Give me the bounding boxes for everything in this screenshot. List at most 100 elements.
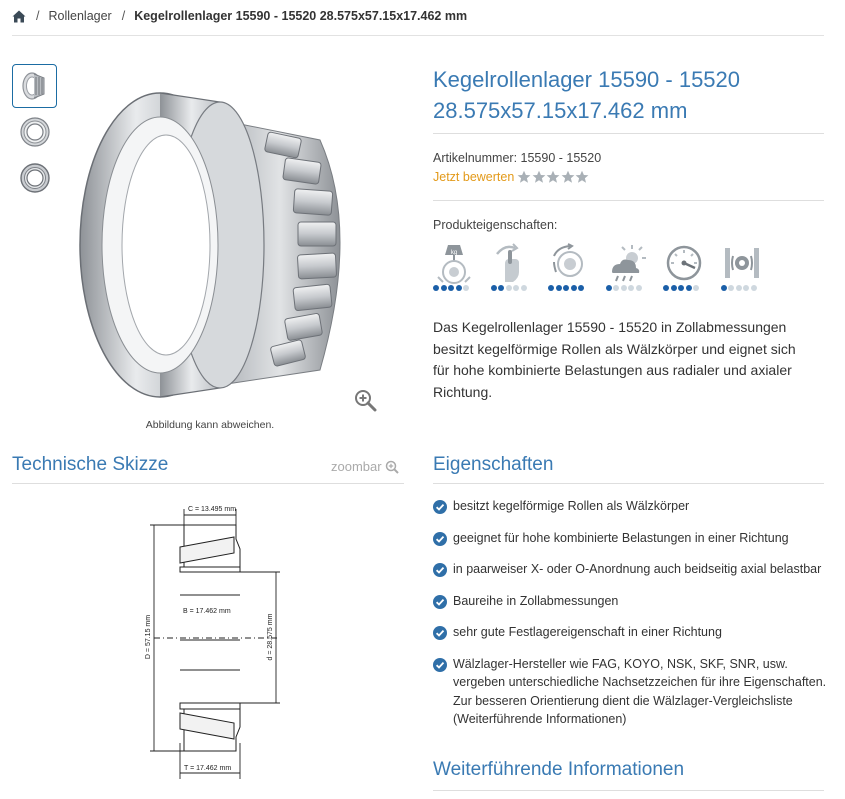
rating-stars[interactable] — [517, 170, 590, 184]
level-dot — [735, 285, 742, 291]
property-rpm-level — [663, 285, 701, 291]
property-weather-level — [605, 285, 644, 291]
speed-rotation-icon — [553, 243, 583, 277]
zoom-sketch-link[interactable]: zoombar — [331, 459, 399, 474]
level-dot — [520, 285, 527, 291]
rate-now-link[interactable]: Jetzt bewerten — [433, 170, 514, 184]
bearing-angle-thumb — [19, 163, 50, 193]
check-circle-icon — [433, 531, 447, 546]
star-icon — [575, 170, 589, 183]
level-dot — [570, 285, 577, 291]
level-dot — [670, 285, 677, 291]
feature-text: besitzt kegelförmige Rollen als Wälzkörp… — [453, 499, 690, 513]
level-dot — [620, 285, 627, 291]
list-item: geeignet für hohe kombinierte Belastunge… — [433, 529, 833, 548]
level-dot — [613, 285, 619, 291]
home-icon[interactable] — [12, 10, 26, 23]
level-dot — [440, 285, 447, 291]
level-dot — [548, 285, 554, 291]
dimension-C-label: C = 13.495 mm — [188, 506, 236, 513]
product-properties: kg — [433, 242, 778, 291]
sketch-divider — [12, 483, 404, 484]
thumbnail-tapered-roller-bearing[interactable] — [12, 64, 57, 108]
level-dot — [555, 285, 562, 291]
level-dot — [678, 285, 684, 291]
properties-label: Produkteigenschaften: — [433, 218, 558, 232]
thumbnail-bearing-front[interactable] — [12, 110, 57, 154]
star-icon — [561, 170, 575, 183]
star-icon — [517, 170, 531, 183]
feature-text: Wälzlager-Hersteller wie FAG, KOYO, NSK,… — [453, 656, 827, 727]
level-dot — [628, 285, 634, 291]
dimension-B-label: B = 17.462 mm — [183, 608, 231, 615]
speedometer-icon — [666, 245, 702, 281]
list-item: besitzt kegelförmige Rollen als Wälzkörp… — [433, 497, 833, 516]
thumbnail-list — [12, 64, 57, 202]
feature-text: Baureihe in Zollabmessungen — [453, 593, 619, 608]
level-dot — [433, 285, 439, 291]
check-circle-icon — [433, 657, 447, 672]
level-dot — [498, 285, 504, 291]
list-item: Wälzlager-Hersteller wie FAG, KOYO, NSK,… — [433, 655, 833, 729]
bearing-front-thumb — [19, 117, 50, 147]
property-handling-level — [490, 285, 529, 291]
main-product-image[interactable] — [70, 80, 390, 410]
article-number: Artikelnummer: 15590 - 15520 — [433, 151, 602, 165]
breadcrumb-rollenlager-link[interactable]: Rollenlager — [48, 9, 111, 23]
property-rpm[interactable] — [663, 242, 721, 291]
list-item: in paarweiser X- oder O-Anordnung auch b… — [433, 560, 833, 579]
star-icon — [532, 170, 546, 183]
tapered-roller-bearing-thumb — [21, 72, 44, 100]
load-weight-icon: kg — [437, 245, 471, 284]
property-handling[interactable] — [490, 242, 549, 291]
more-info-section-title: Weiterführende Informationen — [433, 759, 685, 780]
thumbnail-bearing-angle[interactable] — [12, 156, 57, 200]
technical-sketch[interactable]: C = 13.495 mm B = 17.462 mm T = 17.462 m… — [140, 495, 300, 785]
product-description: Das Kegelrollenlager 15590 - 15520 in Zo… — [433, 319, 796, 400]
level-dot — [455, 285, 462, 291]
level-dot — [743, 285, 749, 291]
level-dot — [750, 285, 757, 291]
property-weather[interactable] — [605, 242, 664, 291]
feature-text: geeignet für hohe kombinierte Belastunge… — [453, 530, 789, 545]
product-title-line1: Kegelrollenlager 15590 - 15520 — [433, 67, 741, 92]
level-dot — [448, 285, 454, 291]
zoom-label: zoombar — [331, 459, 382, 474]
property-speed[interactable] — [548, 242, 606, 291]
zoom-in-icon[interactable] — [353, 388, 377, 412]
image-caption: Abbildung kann abweichen. — [145, 419, 275, 431]
star-icon — [546, 170, 560, 183]
property-noise[interactable] — [720, 242, 779, 291]
level-dot — [463, 285, 469, 291]
level-dot — [663, 285, 669, 291]
check-circle-icon — [433, 594, 447, 609]
product-title-line2: 28.575x57.15x17.462 mm — [433, 98, 688, 123]
more-info-divider — [433, 790, 824, 791]
zoom-in-icon — [385, 460, 399, 474]
breadcrumb-separator: / — [121, 9, 126, 23]
features-section-title: Eigenschaften — [433, 454, 554, 475]
level-dot — [605, 285, 612, 291]
breadcrumb: / Rollenlager / Kegelrollenlager 15590 -… — [12, 6, 467, 26]
breadcrumb-separator: / — [36, 9, 40, 23]
feature-text: sehr gute Festlagereigenschaft in einer … — [453, 625, 722, 639]
property-load[interactable]: kg — [433, 242, 491, 291]
level-dot — [505, 285, 512, 291]
noise-icon — [724, 248, 759, 278]
property-speed-level — [548, 285, 586, 291]
hand-rotation-icon — [495, 243, 519, 282]
sketch-section-title: Technische Skizze — [12, 454, 169, 475]
check-circle-icon — [433, 500, 447, 514]
breadcrumb-current-page: Kegelrollenlager 15590 - 15520 28.575x57… — [134, 9, 468, 23]
product-title: Kegelrollenlager 15590 - 15520 28.575x57… — [433, 64, 833, 126]
dimension-d-label: d = 28.575 mm — [267, 613, 274, 660]
dimension-D-label: D = 57.15 mm — [145, 615, 152, 659]
level-dot — [513, 285, 519, 291]
rating-row: Jetzt bewerten — [433, 170, 590, 184]
check-circle-icon — [433, 563, 447, 577]
level-dot — [720, 285, 727, 291]
dimension-T-label: T = 17.462 mm — [184, 765, 231, 772]
property-load-level — [433, 285, 471, 291]
features-divider — [433, 483, 824, 484]
title-divider — [433, 133, 824, 134]
